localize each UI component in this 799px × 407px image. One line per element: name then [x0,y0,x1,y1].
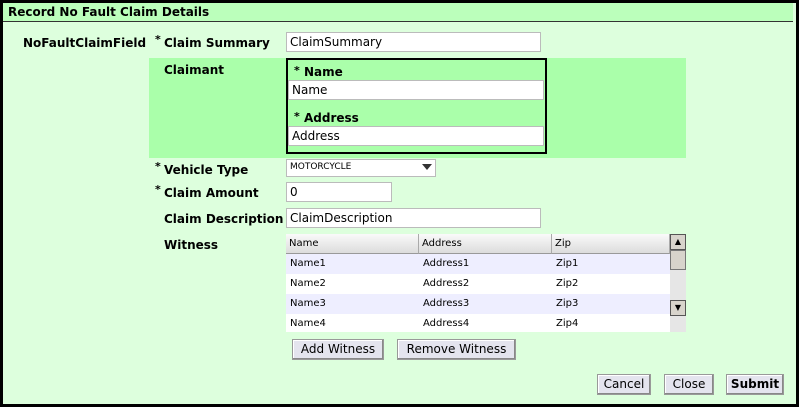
cell-zip: Zip1 [556,258,579,269]
field-label: NoFaultClaimField [23,36,147,50]
witness-grid: Name Address Zip Name1 Address1 Zip1 Name2… [286,234,686,332]
claim-description-label: Claim Description [164,212,284,226]
close-button[interactable]: Close [664,374,714,395]
required-mark: * [155,33,161,46]
cancel-button[interactable]: Cancel [597,374,651,395]
required-mark: * [155,183,161,196]
vehicle-type-label: Vehicle Type [164,163,249,177]
required-mark: * [155,160,161,173]
vehicle-type-value: MOTORCYCLE [290,162,352,172]
scrollbar[interactable]: ▲ ▼ [670,234,686,332]
required-mark: * [294,64,300,77]
required-mark: * [294,110,300,123]
cell-address: Address3 [423,298,470,309]
scroll-down-icon[interactable]: ▼ [670,300,686,316]
table-row[interactable]: Name3 Address3 Zip3 [286,294,670,314]
cell-zip: Zip2 [556,278,579,289]
cell-name: Name4 [290,318,326,329]
cell-zip: Zip4 [556,318,579,329]
claim-summary-input[interactable]: ClaimSummary [286,32,541,52]
scroll-thumb[interactable] [670,250,686,270]
column-header-zip[interactable]: Zip [552,234,670,254]
cell-address: Address1 [423,258,470,269]
cell-zip: Zip3 [556,298,579,309]
claimant-address-label: Address [304,111,359,125]
submit-button[interactable]: Submit [726,374,784,395]
chevron-down-icon [422,164,432,170]
claim-amount-input[interactable]: 0 [286,182,392,202]
table-row[interactable]: Name1 Address1 Zip1 [286,254,670,274]
witness-label: Witness [164,238,219,252]
cell-name: Name2 [290,278,326,289]
cell-name: Name3 [290,298,326,309]
claimant-address-input[interactable]: Address [288,126,544,146]
add-witness-button[interactable]: Add Witness [292,339,384,360]
claim-summary-label: Claim Summary [164,36,270,50]
remove-witness-button[interactable]: Remove Witness [397,339,516,360]
vehicle-type-select[interactable]: MOTORCYCLE [286,159,436,177]
scroll-up-icon[interactable]: ▲ [670,234,686,250]
column-header-address[interactable]: Address [419,234,552,254]
claimant-label: Claimant [164,63,225,77]
claimant-name-label: Name [304,65,343,79]
claimant-name-input[interactable]: Name [288,80,544,100]
table-row[interactable]: Name4 Address4 Zip4 [286,314,670,332]
cell-address: Address2 [423,278,470,289]
cell-name: Name1 [290,258,326,269]
claim-amount-label: Claim Amount [164,186,259,200]
claim-description-input[interactable]: ClaimDescription [286,208,541,228]
column-header-name[interactable]: Name [286,234,419,254]
table-row[interactable]: Name2 Address2 Zip2 [286,274,670,294]
dialog-title: Record No Fault Claim Details [3,3,793,22]
cell-address: Address4 [423,318,470,329]
